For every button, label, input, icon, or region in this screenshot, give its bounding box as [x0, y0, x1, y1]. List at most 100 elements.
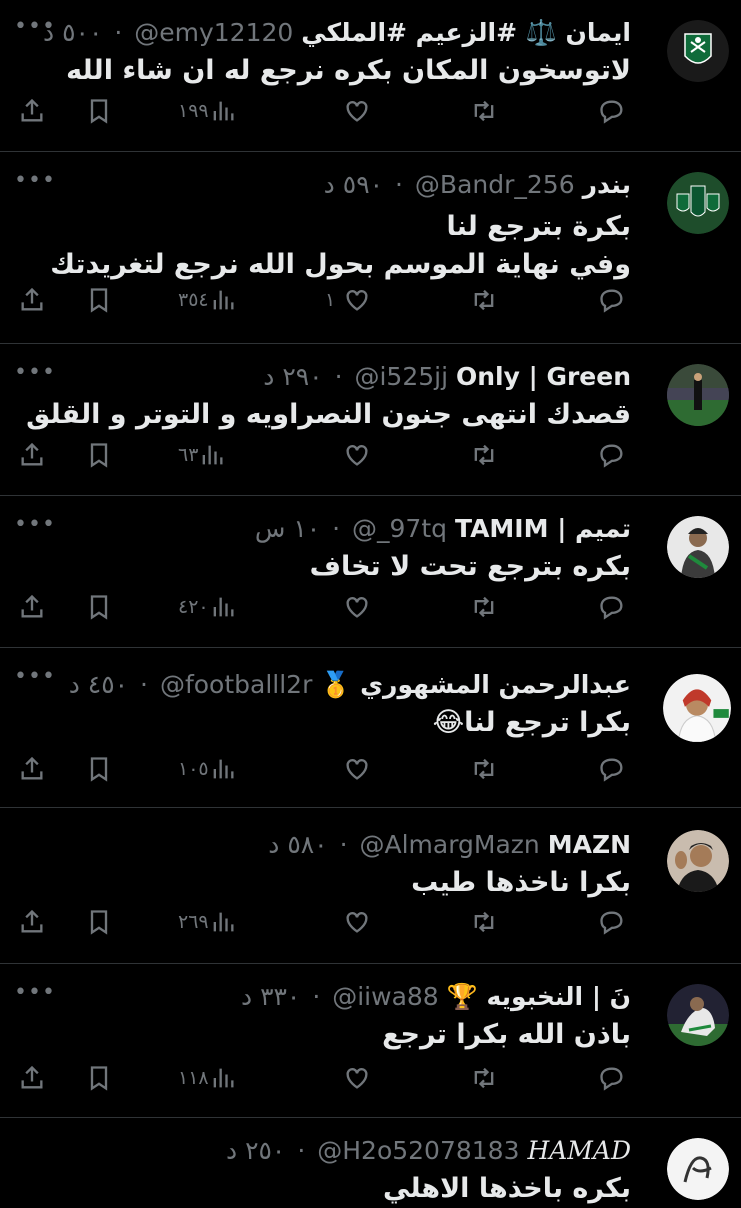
reply-button[interactable]: [598, 908, 626, 936]
like-button[interactable]: ١: [325, 286, 371, 314]
bookmark-icon: [90, 757, 108, 782]
retweet-button[interactable]: [470, 286, 498, 314]
timestamp[interactable]: ٥٨٠ د: [268, 830, 327, 859]
bookmark-button[interactable]: [85, 286, 113, 314]
views-button[interactable]: ٦٣: [178, 441, 226, 469]
retweet-icon: [474, 100, 494, 122]
timestamp[interactable]: ٤٥٠ د: [69, 670, 128, 699]
like-button[interactable]: [343, 593, 379, 621]
display-name[interactable]: ايمان ⚖️ #الزعيم #الملكي: [301, 18, 631, 47]
like-button[interactable]: [343, 908, 379, 936]
tweet[interactable]: ••• بندر @Bandr_256 · ٥٩٠ د بكرة بترجع ل…: [0, 152, 741, 344]
separator: ·: [297, 1136, 306, 1165]
user-handle[interactable]: @AlmargMazn: [359, 830, 539, 859]
more-options-icon[interactable]: •••: [14, 664, 56, 689]
user-handle[interactable]: @Bandr_256: [415, 170, 575, 199]
share-button[interactable]: [18, 286, 46, 314]
avatar[interactable]: [667, 516, 729, 578]
more-options-icon[interactable]: •••: [14, 14, 56, 39]
like-button[interactable]: [343, 441, 379, 469]
avatar[interactable]: [667, 830, 729, 892]
share-button[interactable]: [18, 1064, 46, 1092]
reply-button[interactable]: [598, 1064, 626, 1092]
display-name[interactable]: 𝐻𝐴𝑀𝐴𝐷: [527, 1136, 631, 1165]
bookmark-button[interactable]: [85, 1064, 113, 1092]
retweet-button[interactable]: [470, 755, 498, 783]
tweet[interactable]: ••• تميم | TAMIM @_97tq · ١٠ س بكره بترج…: [0, 496, 741, 648]
user-handle[interactable]: @_97tq: [352, 514, 447, 543]
retweet-button[interactable]: [470, 1064, 498, 1092]
views-button[interactable]: ١٠٥: [178, 755, 237, 783]
reply-button[interactable]: [598, 755, 626, 783]
retweet-button[interactable]: [470, 593, 498, 621]
reply-icon: [600, 444, 623, 468]
views-button[interactable]: ١٩٩: [178, 97, 237, 125]
share-button[interactable]: [18, 97, 46, 125]
tweet-text: بكرا ناخذها طيب: [411, 864, 631, 902]
tweet[interactable]: MAZN @AlmargMazn · ٥٨٠ د بكرا ناخذها طيب…: [0, 808, 741, 964]
avatar[interactable]: [667, 364, 729, 426]
user-handle[interactable]: @i525jj: [354, 362, 448, 391]
tweet-header: نَ | النخبويه 🏆 @iiwa88 · ٣٣٠ د: [241, 980, 631, 1014]
like-button[interactable]: [343, 755, 379, 783]
display-name[interactable]: نَ | النخبويه 🏆: [447, 982, 631, 1011]
user-handle[interactable]: @emy12120: [134, 18, 293, 47]
timestamp[interactable]: ٣٣٠ د: [241, 982, 300, 1011]
views-button[interactable]: ١١٨: [178, 1064, 237, 1092]
user-handle[interactable]: @iiwa88: [332, 982, 438, 1011]
bookmark-icon: [90, 443, 108, 468]
bookmark-button[interactable]: [85, 593, 113, 621]
bookmark-button[interactable]: [85, 441, 113, 469]
views-button[interactable]: ٢٦٩: [178, 908, 237, 936]
avatar[interactable]: [667, 172, 729, 234]
share-button[interactable]: [18, 755, 46, 783]
reply-button[interactable]: [598, 97, 626, 125]
tweet[interactable]: ••• نَ | النخبويه 🏆 @iiwa88 · ٣٣٠ د باذن…: [0, 964, 741, 1118]
tweet-text-line: وفي نهاية الموسم بحول الله نرجع لتغريدتك: [50, 249, 631, 280]
tweet[interactable]: ••• Only | Green @i525jj · ٢٩٠ د قصدك ان…: [0, 344, 741, 496]
tweet-text-line: بكره باخذها الاهلي: [383, 1173, 631, 1204]
share-icon: [21, 594, 43, 618]
retweet-button[interactable]: [470, 441, 498, 469]
tweet[interactable]: ••• عبدالرحمن المشهوري 🥇 @footballl2r · …: [0, 648, 741, 808]
like-button[interactable]: [343, 97, 379, 125]
bookmark-button[interactable]: [85, 908, 113, 936]
timestamp[interactable]: ١٠ س: [255, 514, 320, 543]
share-button[interactable]: [18, 908, 46, 936]
share-button[interactable]: [18, 593, 46, 621]
more-options-icon[interactable]: •••: [14, 360, 56, 385]
tweet[interactable]: ايمان ⚖️ #الزعيم #الملكي @emy12120 · ٥٠٠…: [0, 0, 741, 152]
avatar[interactable]: [667, 984, 729, 1046]
reply-button[interactable]: [598, 286, 626, 314]
more-options-icon[interactable]: •••: [14, 168, 56, 193]
retweet-button[interactable]: [470, 97, 498, 125]
views-icon: [213, 101, 234, 121]
timestamp[interactable]: ٢٥٠ د: [226, 1136, 285, 1165]
tweet-text-line: قصدك انتهى جنون النصراويه و التوتر و الق…: [26, 399, 631, 430]
more-options-icon[interactable]: •••: [14, 512, 56, 537]
display-name[interactable]: Only | Green: [456, 362, 631, 391]
display-name[interactable]: تميم | TAMIM: [455, 514, 631, 543]
views-button[interactable]: ٤٢٠: [178, 593, 237, 621]
display-name[interactable]: بندر: [583, 170, 631, 199]
timestamp[interactable]: ٥٩٠ د: [324, 170, 383, 199]
tweet[interactable]: 𝐻𝐴𝑀𝐴𝐷 @H2o52078183 · ٢٥٠ د بكره باخذها ا…: [0, 1118, 741, 1204]
user-handle[interactable]: @footballl2r: [160, 670, 312, 699]
views-button[interactable]: ٣٥٤: [178, 286, 237, 314]
reply-button[interactable]: [598, 593, 626, 621]
share-button[interactable]: [18, 441, 46, 469]
like-button[interactable]: [343, 1064, 379, 1092]
avatar[interactable]: [667, 1138, 729, 1200]
avatar[interactable]: [667, 20, 729, 82]
timestamp[interactable]: ٢٩٠ د: [263, 362, 322, 391]
avatar[interactable]: [663, 674, 731, 742]
display-name[interactable]: MAZN: [548, 830, 631, 859]
user-handle[interactable]: @H2o52078183: [317, 1136, 519, 1165]
display-name[interactable]: عبدالرحمن المشهوري 🥇: [320, 670, 631, 699]
more-options-icon[interactable]: •••: [14, 980, 56, 1005]
bookmark-button[interactable]: [85, 755, 113, 783]
retweet-button[interactable]: [470, 908, 498, 936]
retweet-icon: [474, 289, 494, 311]
reply-button[interactable]: [598, 441, 626, 469]
bookmark-button[interactable]: [85, 97, 113, 125]
